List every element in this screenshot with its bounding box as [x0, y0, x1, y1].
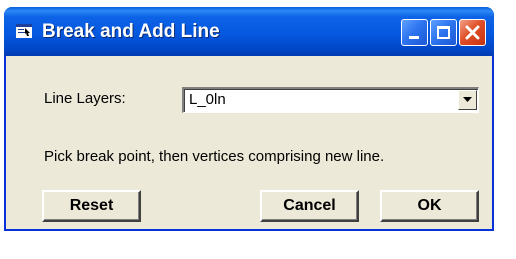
chevron-down-icon: [463, 97, 472, 102]
maximize-button[interactable]: [430, 19, 457, 46]
window-title: Break and Add Line: [42, 21, 220, 42]
line-layers-combobox[interactable]: L_0ln: [182, 87, 479, 113]
app-icon: [16, 24, 32, 38]
minimize-icon: [409, 36, 419, 39]
dropdown-arrow-button[interactable]: [458, 90, 477, 110]
ok-button[interactable]: OK: [380, 190, 479, 222]
instruction-text: Pick break point, then vertices comprisi…: [44, 148, 385, 165]
cancel-button[interactable]: Cancel: [260, 190, 359, 222]
line-layers-value: L_0ln: [189, 91, 226, 108]
close-icon: [460, 20, 485, 45]
maximize-icon: [437, 26, 450, 39]
title-bar[interactable]: Break and Add Line: [4, 7, 494, 56]
minimize-button[interactable]: [401, 19, 428, 46]
dialog-window: Break and Add Line Line Layers: L_0ln Pi…: [4, 7, 494, 231]
line-layers-label: Line Layers:: [44, 90, 126, 107]
close-button[interactable]: [459, 19, 486, 46]
reset-button[interactable]: Reset: [42, 190, 141, 222]
dialog-content: Line Layers: L_0ln Pick break point, the…: [6, 56, 492, 231]
